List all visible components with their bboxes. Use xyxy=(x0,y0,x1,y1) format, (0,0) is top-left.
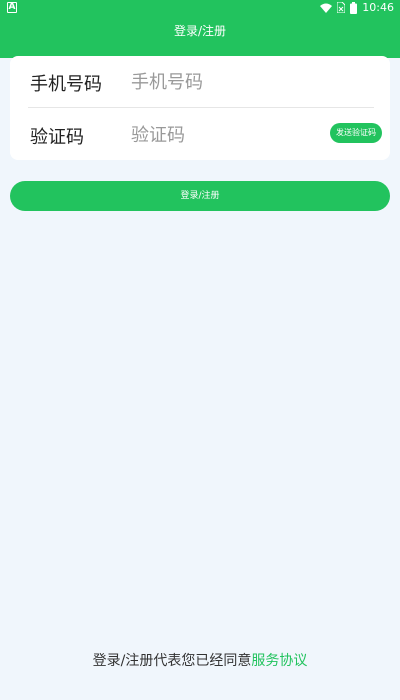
sim-icon xyxy=(337,2,346,13)
service-agreement-link[interactable]: 服务协议 xyxy=(251,653,307,669)
page-title: 登录/注册 xyxy=(173,24,227,38)
notification-a-icon: A xyxy=(7,2,17,13)
send-code-button[interactable]: 发送验证码 xyxy=(330,123,382,143)
status-bar: A 10:46 xyxy=(0,0,400,18)
wifi-icon xyxy=(320,3,333,13)
divider xyxy=(28,107,374,108)
status-time: 10:46 xyxy=(362,1,394,14)
code-label: 验证码 xyxy=(30,127,84,148)
battery-icon xyxy=(350,1,358,14)
phone-input[interactable] xyxy=(131,67,321,97)
login-form-card: 手机号码 验证码 发送验证码 xyxy=(10,56,390,160)
agreement-text: 登录/注册代表您已经同意 xyxy=(92,653,252,669)
phone-row: 手机号码 xyxy=(10,56,390,108)
phone-label: 手机号码 xyxy=(30,74,102,95)
code-row: 验证码 发送验证码 xyxy=(10,109,390,161)
agreement-notice: 登录/注册代表您已经同意服务协议 xyxy=(0,650,400,670)
login-register-button[interactable]: 登录/注册 xyxy=(10,181,390,211)
code-input[interactable] xyxy=(131,120,321,150)
status-right: 10:46 xyxy=(320,1,394,14)
top-bar: A 10:46 登录/注册 xyxy=(0,0,400,58)
